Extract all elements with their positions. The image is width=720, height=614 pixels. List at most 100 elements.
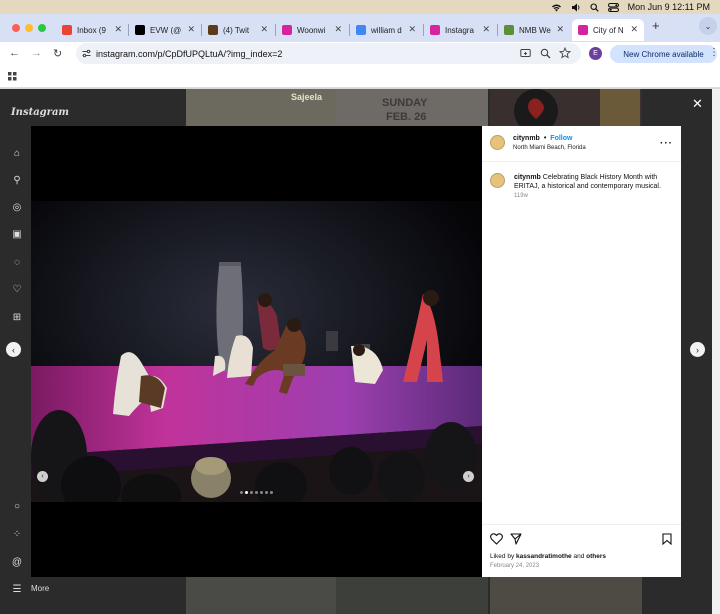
carousel-previous-button[interactable]: ‹ <box>37 471 48 482</box>
close-window-button[interactable] <box>12 24 20 32</box>
search-icon[interactable] <box>590 2 599 12</box>
post-actions: Liked by kassandratimothe and others Feb… <box>482 524 681 577</box>
tab[interactable]: william d ✕ <box>350 19 422 41</box>
author-avatar[interactable] <box>490 135 505 150</box>
reload-icon[interactable]: ↻ <box>53 47 62 60</box>
menubar-datetime[interactable]: Mon Jun 9 12:11 PM <box>628 2 710 12</box>
carousel-dot[interactable] <box>260 491 263 494</box>
background-post-image: SUNDAY FEB. 26 <box>336 89 488 129</box>
follow-button[interactable]: Follow <box>550 135 572 142</box>
more-options-icon[interactable]: ··· <box>660 138 673 149</box>
tab[interactable]: Instagra ✕ <box>424 19 496 41</box>
close-tab-icon[interactable]: ✕ <box>482 24 490 35</box>
reels-icon[interactable]: ▣ <box>11 228 23 240</box>
tab[interactable]: NMB We ✕ <box>498 19 570 41</box>
tab-title: Instagra <box>445 25 474 35</box>
previous-post-button[interactable]: ‹ <box>6 342 21 357</box>
instagram-icon <box>578 25 588 35</box>
tab-title: EVW (@ <box>150 25 182 35</box>
caption-author-avatar[interactable] <box>490 173 505 188</box>
background-text: FEB. 26 <box>386 111 427 123</box>
next-post-button[interactable]: › <box>690 342 705 357</box>
explore-icon[interactable]: ◎ <box>11 201 23 213</box>
wifi-icon[interactable] <box>551 3 562 12</box>
threads-profile-icon[interactable]: ○ <box>11 500 23 512</box>
volume-icon[interactable] <box>571 3 581 12</box>
caption-timestamp[interactable]: 119w <box>514 193 528 199</box>
control-center-icon[interactable] <box>607 2 619 12</box>
post-date[interactable]: February 24, 2023 <box>490 563 539 569</box>
post-location[interactable]: North Miami Beach, Florida <box>513 145 586 151</box>
cast-icon[interactable] <box>520 48 531 59</box>
carousel-next-button[interactable]: › <box>463 471 474 482</box>
liked-by-others[interactable]: others <box>586 553 606 560</box>
url-text: instagram.com/p/CpDfUPQLtuA/?img_index=2 <box>96 48 283 59</box>
author-username[interactable]: citynmb <box>513 135 540 142</box>
forward-arrow-icon[interactable]: → <box>31 47 42 59</box>
tab-title: NMB We <box>519 25 551 35</box>
carousel-dot[interactable] <box>245 491 248 494</box>
apps-grid-icon[interactable] <box>8 72 17 81</box>
stage-performance-photo <box>31 201 482 577</box>
background-post-image <box>490 89 642 133</box>
new-chrome-available-button[interactable]: New Chrome available <box>610 45 717 63</box>
close-tab-icon[interactable]: ✕ <box>630 24 638 35</box>
close-tab-icon[interactable]: ✕ <box>334 24 342 35</box>
close-tab-icon[interactable]: ✕ <box>556 24 564 35</box>
tab-title: City of N <box>593 25 624 35</box>
messages-icon[interactable]: ◌ <box>11 256 23 268</box>
share-icon[interactable] <box>510 533 522 545</box>
home-icon[interactable]: ⌂ <box>11 147 23 159</box>
background-text: SUNDAY <box>382 97 428 109</box>
new-tab-button[interactable]: + <box>652 18 660 33</box>
address-bar[interactable]: instagram.com/p/CpDfUPQLtuA/?img_index=2 <box>76 43 581 64</box>
close-tab-icon[interactable]: ✕ <box>114 24 122 35</box>
close-tab-icon[interactable]: ✕ <box>187 24 195 35</box>
carousel-dot[interactable] <box>270 491 273 494</box>
bookmarks-bar <box>0 66 720 88</box>
liked-by-text: Liked by kassandratimothe and others <box>490 553 606 560</box>
close-modal-icon[interactable]: ✕ <box>692 96 703 112</box>
notifications-heart-icon[interactable]: ♡ <box>11 283 23 295</box>
site-settings-icon[interactable] <box>82 49 91 58</box>
search-icon[interactable]: ⚲ <box>11 174 23 186</box>
background-text: Sajeela <box>291 92 323 102</box>
chrome-menu-icon[interactable]: ⋮ <box>709 47 719 58</box>
tab-separator <box>201 24 202 36</box>
google-icon <box>356 25 366 35</box>
also-from-meta-icon[interactable]: ⁘ <box>11 528 23 540</box>
background-post-image: Sajeela <box>186 89 336 129</box>
liked-by-user[interactable]: kassandratimothe <box>516 553 572 560</box>
carousel-dot[interactable] <box>255 491 258 494</box>
carousel-dot[interactable] <box>240 491 243 494</box>
post-header: citynmb • Follow North Miami Beach, Flor… <box>482 126 681 162</box>
back-arrow-icon[interactable]: ← <box>9 47 20 59</box>
carousel-dot[interactable] <box>265 491 268 494</box>
instagram-logo[interactable]: Instagram <box>11 107 69 118</box>
zoom-icon[interactable] <box>540 48 551 59</box>
carousel-dot[interactable] <box>250 491 253 494</box>
tab[interactable]: Woonwi ✕ <box>276 19 348 41</box>
threads-icon[interactable]: @ <box>11 556 23 568</box>
page-scrollbar[interactable] <box>712 89 720 614</box>
save-bookmark-icon[interactable] <box>662 533 672 545</box>
minimize-window-button[interactable] <box>25 24 33 32</box>
caption-username[interactable]: citynmb <box>514 174 541 181</box>
more-menu-icon[interactable]: ☰ <box>11 583 23 595</box>
more-label[interactable]: More <box>31 584 49 593</box>
tab[interactable]: Inbox (9 ✕ <box>56 19 128 41</box>
profile-avatar[interactable]: E <box>589 47 602 60</box>
close-tab-icon[interactable]: ✕ <box>408 24 416 35</box>
post-media[interactable]: ‹ › <box>31 126 482 577</box>
tab[interactable]: City of N ✕ <box>572 19 644 41</box>
like-heart-icon[interactable] <box>490 533 503 545</box>
bookmark-star-icon[interactable] <box>559 47 571 59</box>
tab-search-button[interactable]: ⌄ <box>699 17 717 35</box>
carousel-dots <box>240 491 273 494</box>
tab[interactable]: EVW (@ ✕ <box>129 19 201 41</box>
close-tab-icon[interactable]: ✕ <box>260 24 268 35</box>
zoom-window-button[interactable] <box>38 24 46 32</box>
nmb-icon <box>504 25 514 35</box>
tab[interactable]: (4) Twit ✕ <box>202 19 274 41</box>
create-icon[interactable]: ⊞ <box>11 311 23 323</box>
